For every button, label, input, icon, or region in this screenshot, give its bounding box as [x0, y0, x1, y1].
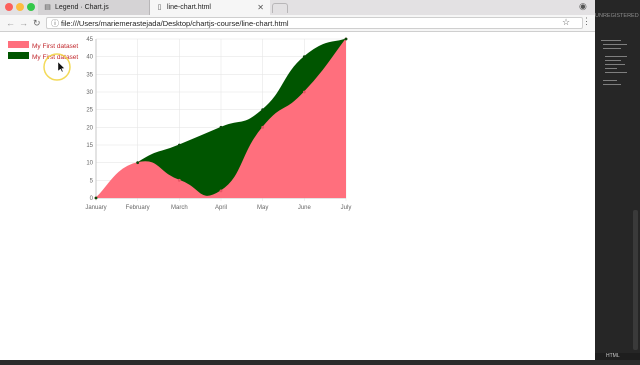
- address-bar[interactable]: ⓘ file:///Users/mariemerastejada/Desktop…: [46, 17, 583, 29]
- url-text: file:///Users/mariemerastejada/Desktop/c…: [61, 19, 289, 28]
- x-tick-label: January: [85, 205, 106, 211]
- chart-legend: My First dataset My First dataset: [8, 41, 78, 81]
- y-tick-label: 20: [86, 125, 93, 131]
- code-line: [603, 44, 627, 45]
- legend-swatch-dataset-2[interactable]: [8, 52, 29, 59]
- y-tick-label: 5: [90, 178, 94, 184]
- tab-legend-docs[interactable]: ▤Legend · Chart.js documentati...: [38, 0, 150, 26]
- code-line: [605, 56, 627, 57]
- x-axis-ticks: January February March April May June July: [85, 205, 351, 211]
- code-line: [605, 60, 621, 61]
- y-tick-label: 40: [86, 55, 93, 61]
- back-arrow-icon[interactable]: ←: [6, 16, 15, 30]
- code-line: [603, 80, 617, 81]
- code-line: [605, 68, 617, 69]
- unregistered-label: UNREGISTERED: [595, 13, 639, 19]
- book-icon: ▤: [44, 4, 51, 11]
- y-tick-label: 10: [86, 161, 93, 167]
- bookmark-star-icon[interactable]: ☆: [562, 17, 570, 28]
- document-icon: ▯: [157, 4, 162, 11]
- profile-icon[interactable]: ◉: [579, 1, 587, 12]
- y-tick-label: 30: [86, 90, 93, 96]
- new-tab-button[interactable]: [272, 3, 288, 13]
- close-window-button[interactable]: [5, 3, 13, 11]
- x-tick-label: May: [257, 205, 268, 211]
- data-point-series-2[interactable]: [302, 55, 306, 59]
- x-tick-label: June: [298, 205, 312, 211]
- page-content: My First dataset My First dataset 0 5 10 15…: [0, 32, 595, 360]
- title-bar: ▤Legend · Chart.js documentati... ▯ line-…: [0, 0, 595, 26]
- data-point-series-1[interactable]: [219, 189, 223, 193]
- mouse-cursor-icon: [57, 61, 65, 73]
- data-point-series-1[interactable]: [302, 90, 306, 94]
- y-tick-label: 45: [86, 37, 93, 43]
- x-tick-label: July: [341, 205, 352, 211]
- code-line: [603, 48, 621, 49]
- code-editor-panel: UNREGISTERED: [595, 0, 640, 360]
- editor-scrollbar[interactable]: [633, 210, 638, 350]
- close-tab-icon[interactable]: ✕: [257, 0, 264, 15]
- code-line: [605, 72, 627, 73]
- tab-line-chart[interactable]: ▯ line-chart.html ✕: [150, 0, 270, 15]
- x-tick-label: April: [215, 205, 227, 211]
- minimize-window-button[interactable]: [16, 3, 24, 11]
- data-point-series-1[interactable]: [261, 125, 265, 129]
- data-point-series-2[interactable]: [219, 125, 223, 129]
- y-tick-label: 15: [86, 143, 93, 149]
- code-line: [603, 84, 621, 85]
- legend-swatch-dataset-1[interactable]: [8, 41, 29, 48]
- maximize-window-button[interactable]: [27, 3, 35, 11]
- tab-label: line-chart.html: [167, 4, 211, 11]
- code-line: [605, 64, 625, 65]
- line-chart: My First dataset My First dataset 0 5 10 15…: [8, 37, 351, 211]
- y-axis-ticks: 0 5 10 15 20 25 30 35 40 45: [86, 37, 93, 202]
- page-info-icon: ⓘ: [51, 19, 59, 28]
- y-tick-label: 0: [90, 196, 94, 202]
- data-point-series-2[interactable]: [94, 196, 98, 200]
- data-point-series-2[interactable]: [136, 161, 140, 165]
- browser-window: ▤Legend · Chart.js documentati... ▯ line-…: [0, 0, 595, 360]
- y-tick-label: 25: [86, 108, 93, 114]
- browser-toolbar: ← → ↻ ⓘ file:///Users/mariemerastejada/D…: [0, 15, 595, 32]
- x-tick-label: March: [171, 205, 188, 211]
- data-point-series-1[interactable]: [177, 178, 181, 182]
- legend-label-dataset-2[interactable]: My First dataset: [32, 54, 78, 61]
- data-point-series-2[interactable]: [344, 37, 348, 41]
- code-line: [601, 40, 621, 41]
- legend-label-dataset-1[interactable]: My First dataset: [32, 43, 78, 50]
- menu-icon[interactable]: ⋮: [582, 16, 591, 27]
- editor-status-bar: HTML: [595, 353, 640, 360]
- data-point-series-2[interactable]: [261, 108, 265, 112]
- forward-arrow-icon[interactable]: →: [19, 16, 28, 30]
- reload-icon[interactable]: ↻: [33, 16, 41, 30]
- syntax-label: HTML: [606, 353, 620, 359]
- data-point-series-2[interactable]: [177, 143, 181, 147]
- y-tick-label: 35: [86, 72, 93, 78]
- x-tick-label: February: [126, 205, 150, 211]
